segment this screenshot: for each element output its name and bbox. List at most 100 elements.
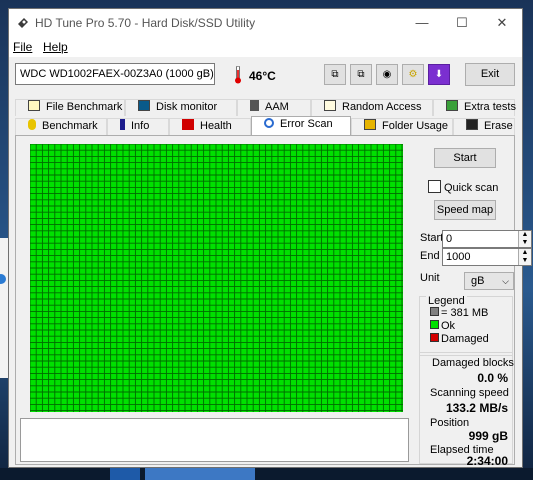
tab-label: Disk monitor [156,101,218,113]
copy-info-button[interactable]: ⧉ [324,64,346,85]
toolbar: WDC WD1002FAEX-00Z3A0 (1000 gB) ⌵ 46°C ⧉… [9,57,522,93]
scanning-speed-label: Scanning speed [430,387,509,399]
end-field[interactable]: 1000 ▲ ▼ [442,248,532,266]
download-icon: ⬇ [434,69,444,80]
end-field-label: End [420,250,440,262]
copy-info-icon: ⧉ [331,69,339,80]
benchmark-icon [28,119,36,130]
tab-random-access[interactable]: Random Access [311,99,433,116]
extra-tests-icon [446,100,458,111]
tab-error-scan[interactable]: Error Scan [251,116,351,135]
taskbar-button-active[interactable] [145,468,255,480]
legend-damaged-text: Damaged [441,333,489,345]
folder-icon [364,119,376,130]
unit-select-value: gB [471,275,485,287]
app-window: HD Tune Pro 5.70 - Hard Disk/SSD Utility… [8,8,532,468]
speed-map-button[interactable]: Speed map [434,200,496,220]
damaged-blocks-label: Damaged blocks [432,357,514,369]
legend-ok-text: Ok [441,320,456,332]
checkbox-box[interactable] [428,180,441,193]
tab-health[interactable]: Health [169,118,251,135]
damaged-swatch [430,333,439,342]
tab-extra-tests[interactable]: Extra tests [433,99,516,116]
ok-swatch [430,320,439,329]
start-field-value: 0 [446,233,453,245]
scan-log [20,418,409,462]
tab-label: Folder Usage [382,120,449,132]
legend-title: Legend [426,295,467,307]
quick-scan-label: Quick scan [444,182,499,194]
tab-label: Error Scan [280,118,333,130]
spin-arrows-icon[interactable]: ▲ ▼ [518,249,531,265]
temperature-readout: 46°C [249,69,276,83]
title-bar[interactable]: HD Tune Pro 5.70 - Hard Disk/SSD Utility… [9,9,522,37]
screenshot-button[interactable]: ◉ [376,64,398,85]
position-value: 999 gB [468,429,508,443]
tab-info[interactable]: Info [107,118,169,135]
chevron-down-icon: ⌵ [203,69,210,79]
tab-benchmark[interactable]: Benchmark [15,118,107,135]
tab-erase[interactable]: Erase [453,118,515,135]
damaged-blocks-value: 0.0 % [477,371,508,385]
tab-label: Random Access [342,101,422,113]
tab-disk-monitor[interactable]: Disk monitor [125,99,237,116]
copy-icon: ⧉ [357,69,365,80]
legend-block-size: = 381 MB [430,307,488,319]
health-icon [182,119,194,130]
maximize-button[interactable]: ☐ [442,9,482,37]
legend-box: Legend = 381 MB Ok Damaged [419,295,513,356]
taskbar [0,468,533,480]
legend-block-size-text: = 381 MB [441,307,489,319]
tab-strip: File Benchmark Disk monitor AAM Random A… [15,99,516,139]
legend-damaged: Damaged [430,333,489,345]
disk-monitor-icon [138,100,150,111]
tab-folder-usage[interactable]: Folder Usage [351,118,453,135]
taskbar-button[interactable] [110,468,140,480]
menu-file[interactable]: File [13,40,32,54]
thermometer-icon [235,66,241,84]
minimize-button[interactable]: — [402,9,442,37]
options-button[interactable]: ⚙ [402,64,424,85]
tab-label: File Benchmark [46,101,123,113]
spin-arrows-icon[interactable]: ▲ ▼ [518,231,531,247]
menu-help[interactable]: Help [43,40,68,54]
app-icon [18,18,28,28]
tab-label: Benchmark [42,120,98,132]
start-field-label: Start [420,232,444,244]
unit-select[interactable]: gB ⌵ [464,272,514,290]
chevron-down-icon: ⌵ [502,276,509,286]
end-field-value: 1000 [446,251,471,263]
save-button[interactable]: ⬇ [428,64,450,85]
random-access-icon [324,100,336,111]
erase-icon [466,119,478,130]
position-label: Position [430,417,470,429]
tab-label: AAM [265,101,289,113]
speaker-icon [250,100,259,111]
close-button[interactable]: ✕ [482,9,522,37]
empty-block-swatch [430,307,439,316]
window-title: HD Tune Pro 5.70 - Hard Disk/SSD Utility [35,16,256,30]
tab-label: Info [131,120,150,132]
quick-scan-checkbox[interactable]: Quick scan [428,180,498,194]
scan-block-map [30,144,403,412]
scan-stats-box: Damaged blocks 0.0 % Scanning speed 133.… [419,352,514,468]
legend-ok: Ok [430,320,455,332]
unit-label: Unit [420,272,440,284]
drive-select[interactable]: WDC WD1002FAEX-00Z3A0 (1000 gB) ⌵ [15,63,215,85]
tab-label: Erase [484,120,513,132]
copy-button[interactable]: ⧉ [350,64,372,85]
elapsed-time-value: 2:34:00 [466,454,508,468]
scanning-speed-value: 133.2 MB/s [445,401,508,415]
camera-icon: ◉ [382,69,392,80]
start-field[interactable]: 0 ▲ ▼ [442,230,532,248]
search-icon [264,118,274,128]
drive-select-value: WDC WD1002FAEX-00Z3A0 (1000 gB) [20,68,214,80]
info-icon [120,119,125,130]
tab-file-benchmark[interactable]: File Benchmark [15,99,125,116]
start-button[interactable]: Start [434,148,496,168]
tab-label: Health [200,120,232,132]
exit-button[interactable]: Exit [465,63,515,86]
tab-aam[interactable]: AAM [237,99,311,116]
menu-bar: File Help [9,37,522,57]
file-benchmark-icon [28,100,40,111]
